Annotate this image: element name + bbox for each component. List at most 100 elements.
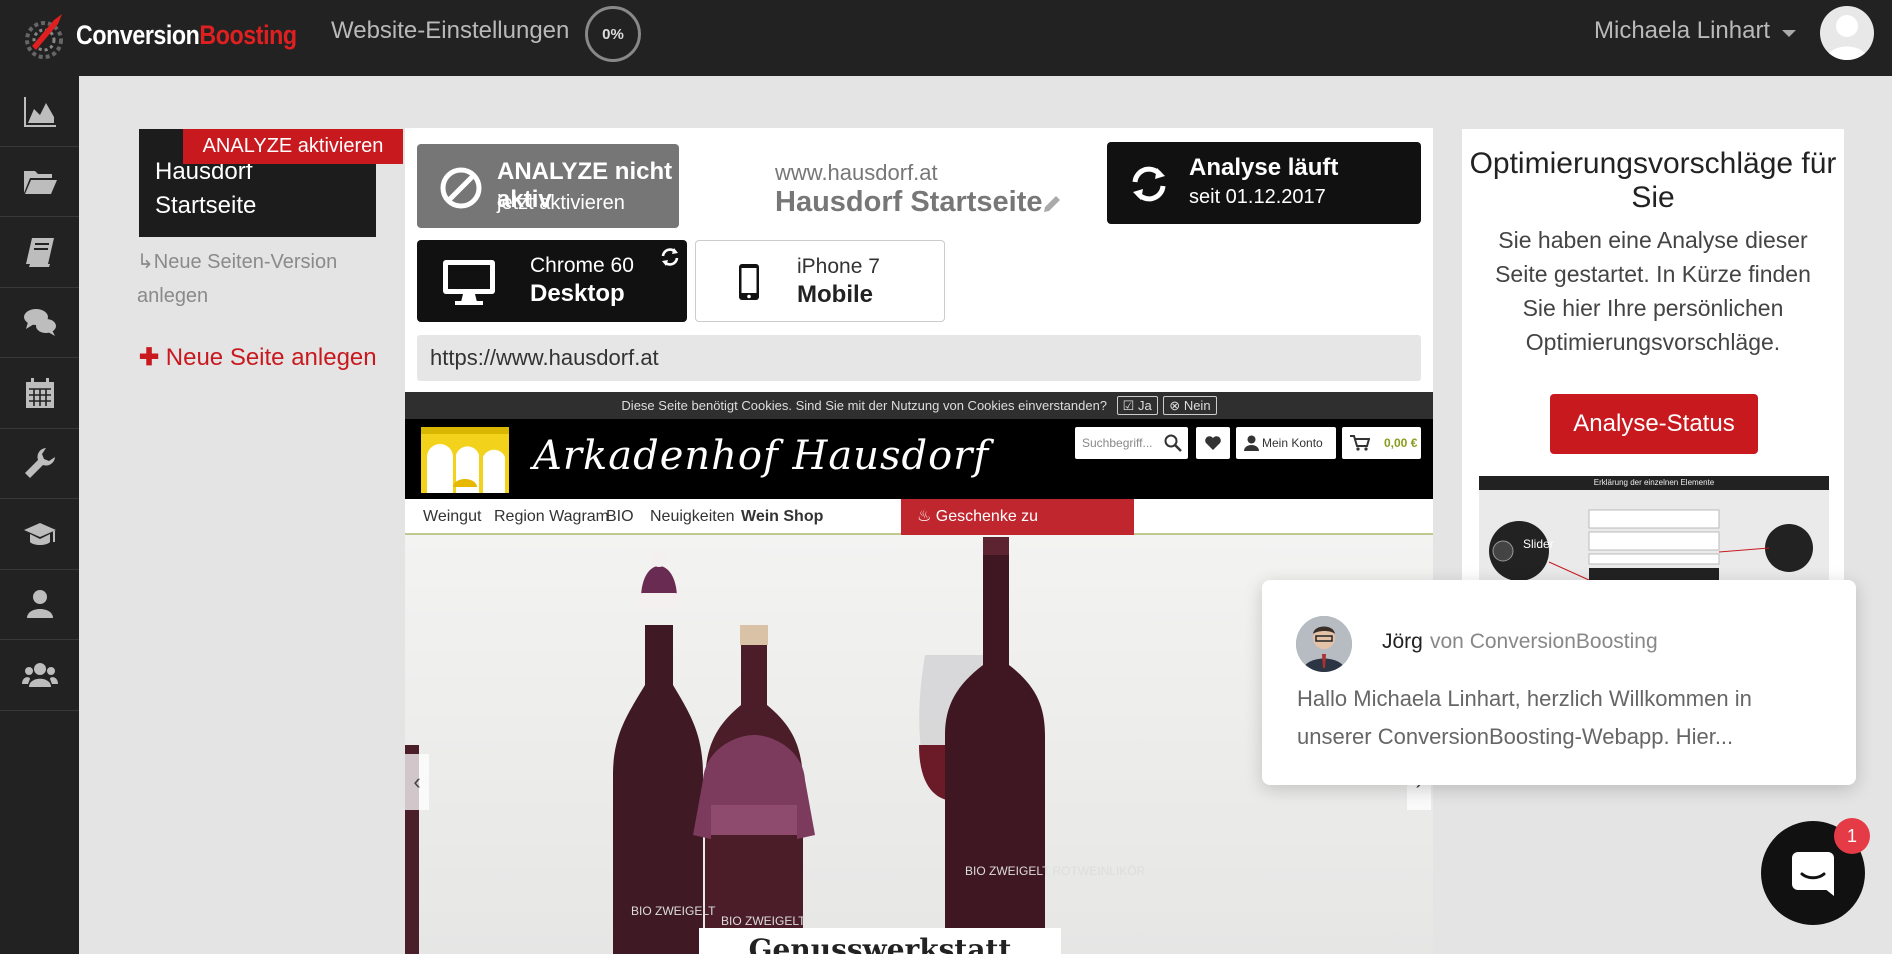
chat-sender-company: von ConversionBoosting bbox=[1430, 630, 1658, 653]
chat-sender-name: Jörg bbox=[1382, 630, 1423, 653]
search-icon[interactable] bbox=[1164, 434, 1182, 452]
cookie-text: Diese Seite benötigt Cookies. Sind Sie m… bbox=[621, 398, 1108, 413]
brand-logo[interactable]: ConversionBoosting bbox=[18, 6, 333, 64]
optimization-suggestions-panel: Optimierungsvorschläge für Sie Sie haben… bbox=[1462, 129, 1844, 629]
new-page-version-link[interactable]: ↳Neue Seiten-Version anlegen bbox=[137, 245, 377, 313]
page-url-field[interactable]: https://www.hausdorf.at bbox=[417, 335, 1421, 381]
chat-bubble-icon bbox=[1792, 852, 1834, 896]
website-account-button[interactable]: Mein Konto bbox=[1236, 427, 1336, 459]
cookie-accept-label: Ja bbox=[1137, 398, 1152, 413]
website-nav-item[interactable]: BIO bbox=[606, 499, 634, 535]
website-nav-gift[interactable]: ♨ Geschenke zu Weihnachten bbox=[901, 499, 1134, 561]
nav-item-knowledge[interactable] bbox=[0, 217, 79, 288]
nav-item-academy[interactable] bbox=[0, 499, 79, 570]
settings-progress-indicator: 0% bbox=[585, 6, 641, 62]
device-mobile-type: Mobile bbox=[797, 281, 873, 308]
wrench-icon bbox=[24, 448, 55, 479]
hero-caption: Genusswerkstatt bbox=[699, 928, 1061, 954]
pencil-icon[interactable] bbox=[1041, 193, 1063, 215]
chart-area-icon bbox=[23, 96, 56, 127]
user-icon bbox=[26, 590, 53, 619]
user-menu-name[interactable]: Michaela Linhart bbox=[1594, 14, 1770, 48]
mobile-phone-icon bbox=[739, 264, 759, 300]
device-mobile-browser: iPhone 7 bbox=[797, 255, 880, 278]
new-page-label: Neue Seite anlegen bbox=[165, 344, 377, 371]
analyze-activate-ribbon[interactable]: ANALYZE aktivieren bbox=[183, 129, 403, 164]
brand-name-part1: Conversion bbox=[76, 19, 200, 50]
graduation-cap-icon bbox=[23, 522, 56, 545]
website-cart-button[interactable]: 0,00 € bbox=[1342, 427, 1421, 459]
brand-logo-icon bbox=[25, 14, 63, 59]
ban-icon bbox=[440, 167, 482, 209]
calendar-icon bbox=[25, 377, 54, 408]
device-tab-desktop[interactable]: Chrome 60 Desktop bbox=[417, 240, 687, 322]
site-title: Hausdorf Startseite bbox=[775, 186, 1043, 218]
cookie-accept-button[interactable]: ☑ Ja bbox=[1116, 396, 1158, 415]
page-detail-panel: ANALYZE nicht aktiv jetzt aktivieren www… bbox=[405, 128, 1433, 954]
comments-icon bbox=[23, 309, 56, 337]
nav-item-profile[interactable] bbox=[0, 570, 79, 640]
website-search-input[interactable]: Suchbegriff... bbox=[1075, 427, 1188, 459]
analyze-inactive-button[interactable]: ANALYZE nicht aktiv jetzt aktivieren bbox=[417, 144, 679, 228]
folder-open-icon bbox=[23, 171, 57, 195]
suggestions-title: Optimierungsvorschläge für Sie bbox=[1469, 147, 1837, 214]
bottle-label: BIO ZWEIGELT bbox=[721, 914, 806, 928]
analysis-running-title: Analyse läuft bbox=[1189, 154, 1339, 181]
nav-item-calendar[interactable] bbox=[0, 358, 79, 429]
sync-icon bbox=[1132, 166, 1166, 202]
device-tab-mobile[interactable]: iPhone 7 Mobile bbox=[695, 240, 945, 322]
brand-name-part2: Boosting bbox=[199, 19, 297, 50]
device-desktop-browser: Chrome 60 bbox=[530, 254, 634, 277]
website-nav-item[interactable]: Region Wagram bbox=[494, 499, 609, 535]
analysis-running-status[interactable]: Analyse läuft seit 01.12.2017 bbox=[1107, 142, 1421, 224]
heart-icon bbox=[1205, 436, 1221, 450]
nav-item-tools[interactable] bbox=[0, 429, 79, 499]
new-page-link[interactable]: ✚ Neue Seite anlegen bbox=[139, 342, 377, 374]
website-logo-text[interactable]: Arkadenhof Hausdorf bbox=[533, 433, 989, 479]
website-wishlist-button[interactable] bbox=[1196, 427, 1230, 459]
preview-header: Erklärung der einzelnen Elemente bbox=[1479, 476, 1829, 490]
website-nav-item[interactable]: Weingut bbox=[423, 499, 481, 535]
nav-item-team[interactable] bbox=[0, 640, 79, 711]
desktop-monitor-icon bbox=[443, 260, 495, 305]
nav-item-messages[interactable] bbox=[0, 288, 79, 358]
page-card-title: Hausdorf Startseite bbox=[155, 158, 257, 219]
person-photo-icon bbox=[1296, 616, 1352, 672]
bottle-label: BIO ZWEIGELT bbox=[631, 904, 716, 918]
users-icon bbox=[21, 662, 58, 687]
analyze-status-subtitle: jetzt aktivieren bbox=[497, 192, 625, 214]
cookie-decline-button[interactable]: ⊗ Nein bbox=[1163, 396, 1217, 415]
website-account-label: Mein Konto bbox=[1262, 436, 1323, 450]
side-navigation bbox=[0, 76, 79, 954]
chat-agent-avatar bbox=[1296, 616, 1352, 672]
site-settings-link[interactable]: Website-Einstellungen bbox=[331, 14, 569, 48]
user-icon bbox=[1244, 435, 1259, 451]
arcade-logo-icon[interactable] bbox=[421, 427, 509, 493]
book-icon bbox=[25, 237, 54, 267]
chat-message-preview: Hallo Michaela Linhart, herzlich Willkom… bbox=[1297, 686, 1752, 749]
analysis-status-button[interactable]: Analyse-Status bbox=[1550, 394, 1758, 454]
device-desktop-type: Desktop bbox=[530, 280, 625, 307]
user-avatar[interactable] bbox=[1820, 6, 1874, 60]
website-nav-item[interactable]: Neuigkeiten bbox=[650, 499, 735, 535]
website-navigation: Weingut Region Wagram BIO Neuigkeiten We… bbox=[405, 499, 1433, 561]
suggestions-text: Sie haben eine Analyse dieser Seite gest… bbox=[1495, 227, 1811, 355]
cookie-banner: Diese Seite benötigt Cookies. Sind Sie m… bbox=[405, 392, 1433, 419]
top-bar: ConversionBoosting Website-Einstellungen… bbox=[0, 0, 1892, 76]
plus-icon: ✚ bbox=[139, 344, 160, 371]
website-header: Arkadenhof Hausdorf Suchbegriff... Mein … bbox=[405, 419, 1433, 499]
refresh-icon[interactable] bbox=[659, 246, 681, 268]
site-domain: www.hausdorf.at bbox=[775, 160, 938, 185]
preview-slider-label: Slider bbox=[1523, 537, 1554, 551]
chat-message-popup[interactable]: Jörg von ConversionBoosting Hallo Michae… bbox=[1262, 580, 1856, 785]
analysis-running-date: seit 01.12.2017 bbox=[1189, 186, 1326, 208]
website-cart-total: 0,00 € bbox=[1384, 436, 1418, 450]
shopping-cart-icon bbox=[1350, 435, 1370, 451]
nav-item-projects[interactable] bbox=[0, 147, 79, 217]
website-nav-item[interactable]: Wein Shop bbox=[741, 499, 823, 535]
nav-item-statistics[interactable] bbox=[0, 76, 79, 147]
website-search-placeholder: Suchbegriff... bbox=[1082, 436, 1153, 450]
slider-prev-button[interactable]: ‹ bbox=[405, 754, 429, 810]
chevron-down-icon[interactable] bbox=[1782, 30, 1796, 37]
cookie-decline-label: Nein bbox=[1183, 398, 1211, 413]
